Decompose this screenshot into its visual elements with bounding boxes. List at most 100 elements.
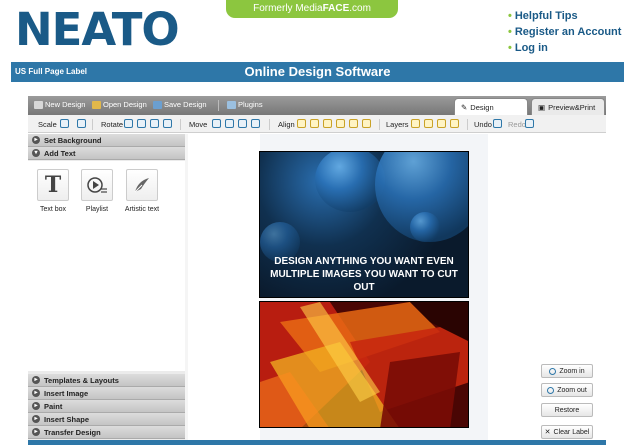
bottom-border: [28, 440, 606, 445]
tab-preview-print[interactable]: ▣ Preview&Print: [531, 98, 605, 115]
formerly-prefix: Formerly Media: [253, 3, 323, 14]
toolbar-separator: [467, 119, 468, 130]
clear-label-button[interactable]: ✕ Clear Label: [541, 425, 593, 439]
flip-vertical-icon[interactable]: [163, 119, 172, 128]
insert-image-section[interactable]: ▸ Insert Image: [28, 387, 185, 400]
design-tab-icon: ✎: [461, 102, 468, 112]
zoom-out-button[interactable]: Zoom out: [541, 383, 593, 397]
menu-separator: [218, 100, 219, 111]
templates-layouts-section[interactable]: ▸ Templates & Layouts: [28, 374, 185, 387]
helpful-tips-label: Helpful Tips: [514, 10, 578, 22]
zoom-in-label: Zoom in: [559, 367, 585, 375]
rotate-right-icon[interactable]: [137, 119, 146, 128]
new-design-label: New Design: [45, 100, 86, 109]
rotate-left-icon[interactable]: [124, 119, 133, 128]
toolbar-separator: [92, 119, 93, 130]
scale-up-icon[interactable]: [60, 119, 69, 128]
undo-icon[interactable]: [493, 119, 502, 128]
magnifier-icon: [549, 367, 557, 375]
bring-forward-icon[interactable]: [411, 119, 420, 128]
menu-bar: New Design Open Design Save Design Plugi…: [28, 96, 606, 115]
top-links: • Helpful Tips • Register an Account • Log …: [508, 8, 621, 56]
plugins-icon: [227, 100, 236, 109]
new-design-button[interactable]: New Design: [34, 100, 85, 109]
move-down-icon[interactable]: [225, 119, 234, 128]
folder-icon: [92, 100, 101, 109]
align-middle-icon[interactable]: [349, 119, 358, 128]
print-tab-icon: ▣: [538, 102, 546, 112]
save-design-label: Save Design: [164, 100, 207, 109]
abstract-red-image[interactable]: [259, 301, 469, 428]
move-label: Move: [189, 120, 208, 129]
register-link[interactable]: • Register an Account: [508, 24, 621, 40]
chevron-right-icon: ▸: [32, 415, 40, 423]
insert-shape-section[interactable]: ▸ Insert Shape: [28, 413, 185, 426]
helpful-tips-link[interactable]: • Helpful Tips: [508, 8, 621, 24]
left-panel: ▸ Set Background ▾ Add Text T Text box P…: [28, 134, 185, 445]
playlist-tool[interactable]: Playlist: [79, 169, 115, 213]
restore-button[interactable]: Restore: [541, 403, 593, 417]
bring-to-front-icon[interactable]: [437, 119, 446, 128]
align-left-icon[interactable]: [297, 119, 306, 128]
title-bar: US Full Page Label Online Design Softwar…: [11, 62, 624, 82]
align-bottom-icon[interactable]: [362, 119, 371, 128]
bubbles-image[interactable]: DESIGN ANYTHING YOU WANT EVEN MULTIPLE I…: [259, 151, 469, 298]
move-right-icon[interactable]: [251, 119, 260, 128]
add-text-section[interactable]: ▾ Add Text: [28, 147, 185, 160]
set-background-section[interactable]: ▸ Set Background: [28, 134, 185, 147]
layers-label: Layers: [386, 120, 409, 129]
transfer-design-section[interactable]: ▸ Transfer Design: [28, 426, 185, 439]
logo-text: NEATO: [15, 3, 180, 56]
plugins-label: Plugins: [238, 100, 263, 109]
redo-icon[interactable]: [525, 119, 534, 128]
abstract-shards: [260, 302, 468, 427]
playlist-label: Playlist: [85, 206, 109, 213]
chevron-right-icon: ▸: [32, 402, 40, 410]
login-link[interactable]: • Log in: [508, 40, 621, 56]
open-design-button[interactable]: Open Design: [92, 100, 147, 109]
add-text-label: Add Text: [44, 148, 76, 158]
bullet-icon: •: [508, 42, 512, 54]
align-right-icon[interactable]: [323, 119, 332, 128]
text-box-tool[interactable]: T Text box: [35, 169, 71, 213]
playlist-icon: [81, 169, 113, 201]
align-center-icon[interactable]: [310, 119, 319, 128]
send-backward-icon[interactable]: [424, 119, 433, 128]
toolbar-separator: [269, 119, 270, 130]
neato-logo[interactable]: NEATO: [15, 3, 180, 56]
image-caption: DESIGN ANYTHING YOU WANT EVEN MULTIPLE I…: [270, 256, 458, 293]
formerly-brand: FACE: [322, 3, 350, 14]
undo-button[interactable]: Undo: [474, 120, 492, 129]
scale-down-icon[interactable]: [77, 119, 86, 128]
set-background-label: Set Background: [44, 135, 102, 145]
templates-layouts-label: Templates & Layouts: [44, 375, 119, 385]
plugins-button[interactable]: Plugins: [227, 100, 263, 109]
tab-design-label: Design: [470, 102, 494, 112]
artistic-text-tool[interactable]: Artistic text: [124, 169, 160, 213]
paint-section[interactable]: ▸ Paint: [28, 400, 185, 413]
save-design-button[interactable]: Save Design: [153, 100, 207, 109]
tab-design[interactable]: ✎ Design: [454, 98, 528, 115]
zoom-out-label: Zoom out: [557, 386, 587, 394]
panel-resize-handle[interactable]: [185, 134, 188, 445]
toolbar-separator: [379, 119, 380, 130]
page-title: Online Design Software: [244, 64, 391, 79]
bubble-shape: [410, 212, 440, 242]
chevron-right-icon: ▸: [32, 136, 40, 144]
artistic-text-icon: [126, 169, 158, 201]
move-up-icon[interactable]: [238, 119, 247, 128]
insert-shape-label: Insert Shape: [44, 414, 90, 424]
align-label: Align: [278, 120, 295, 129]
flip-horizontal-icon[interactable]: [150, 119, 159, 128]
send-to-back-icon[interactable]: [450, 119, 459, 128]
save-icon: [153, 100, 162, 109]
bullet-icon: •: [508, 10, 512, 22]
text-box-label: Text box: [39, 206, 67, 213]
zoom-in-button[interactable]: Zoom in: [541, 364, 593, 378]
align-top-icon[interactable]: [336, 119, 345, 128]
chevron-right-icon: ▸: [32, 389, 40, 397]
artistic-text-label: Artistic text: [124, 206, 160, 213]
redo-button[interactable]: Redo: [508, 120, 526, 129]
move-left-icon[interactable]: [212, 119, 221, 128]
bullet-icon: •: [508, 26, 512, 38]
